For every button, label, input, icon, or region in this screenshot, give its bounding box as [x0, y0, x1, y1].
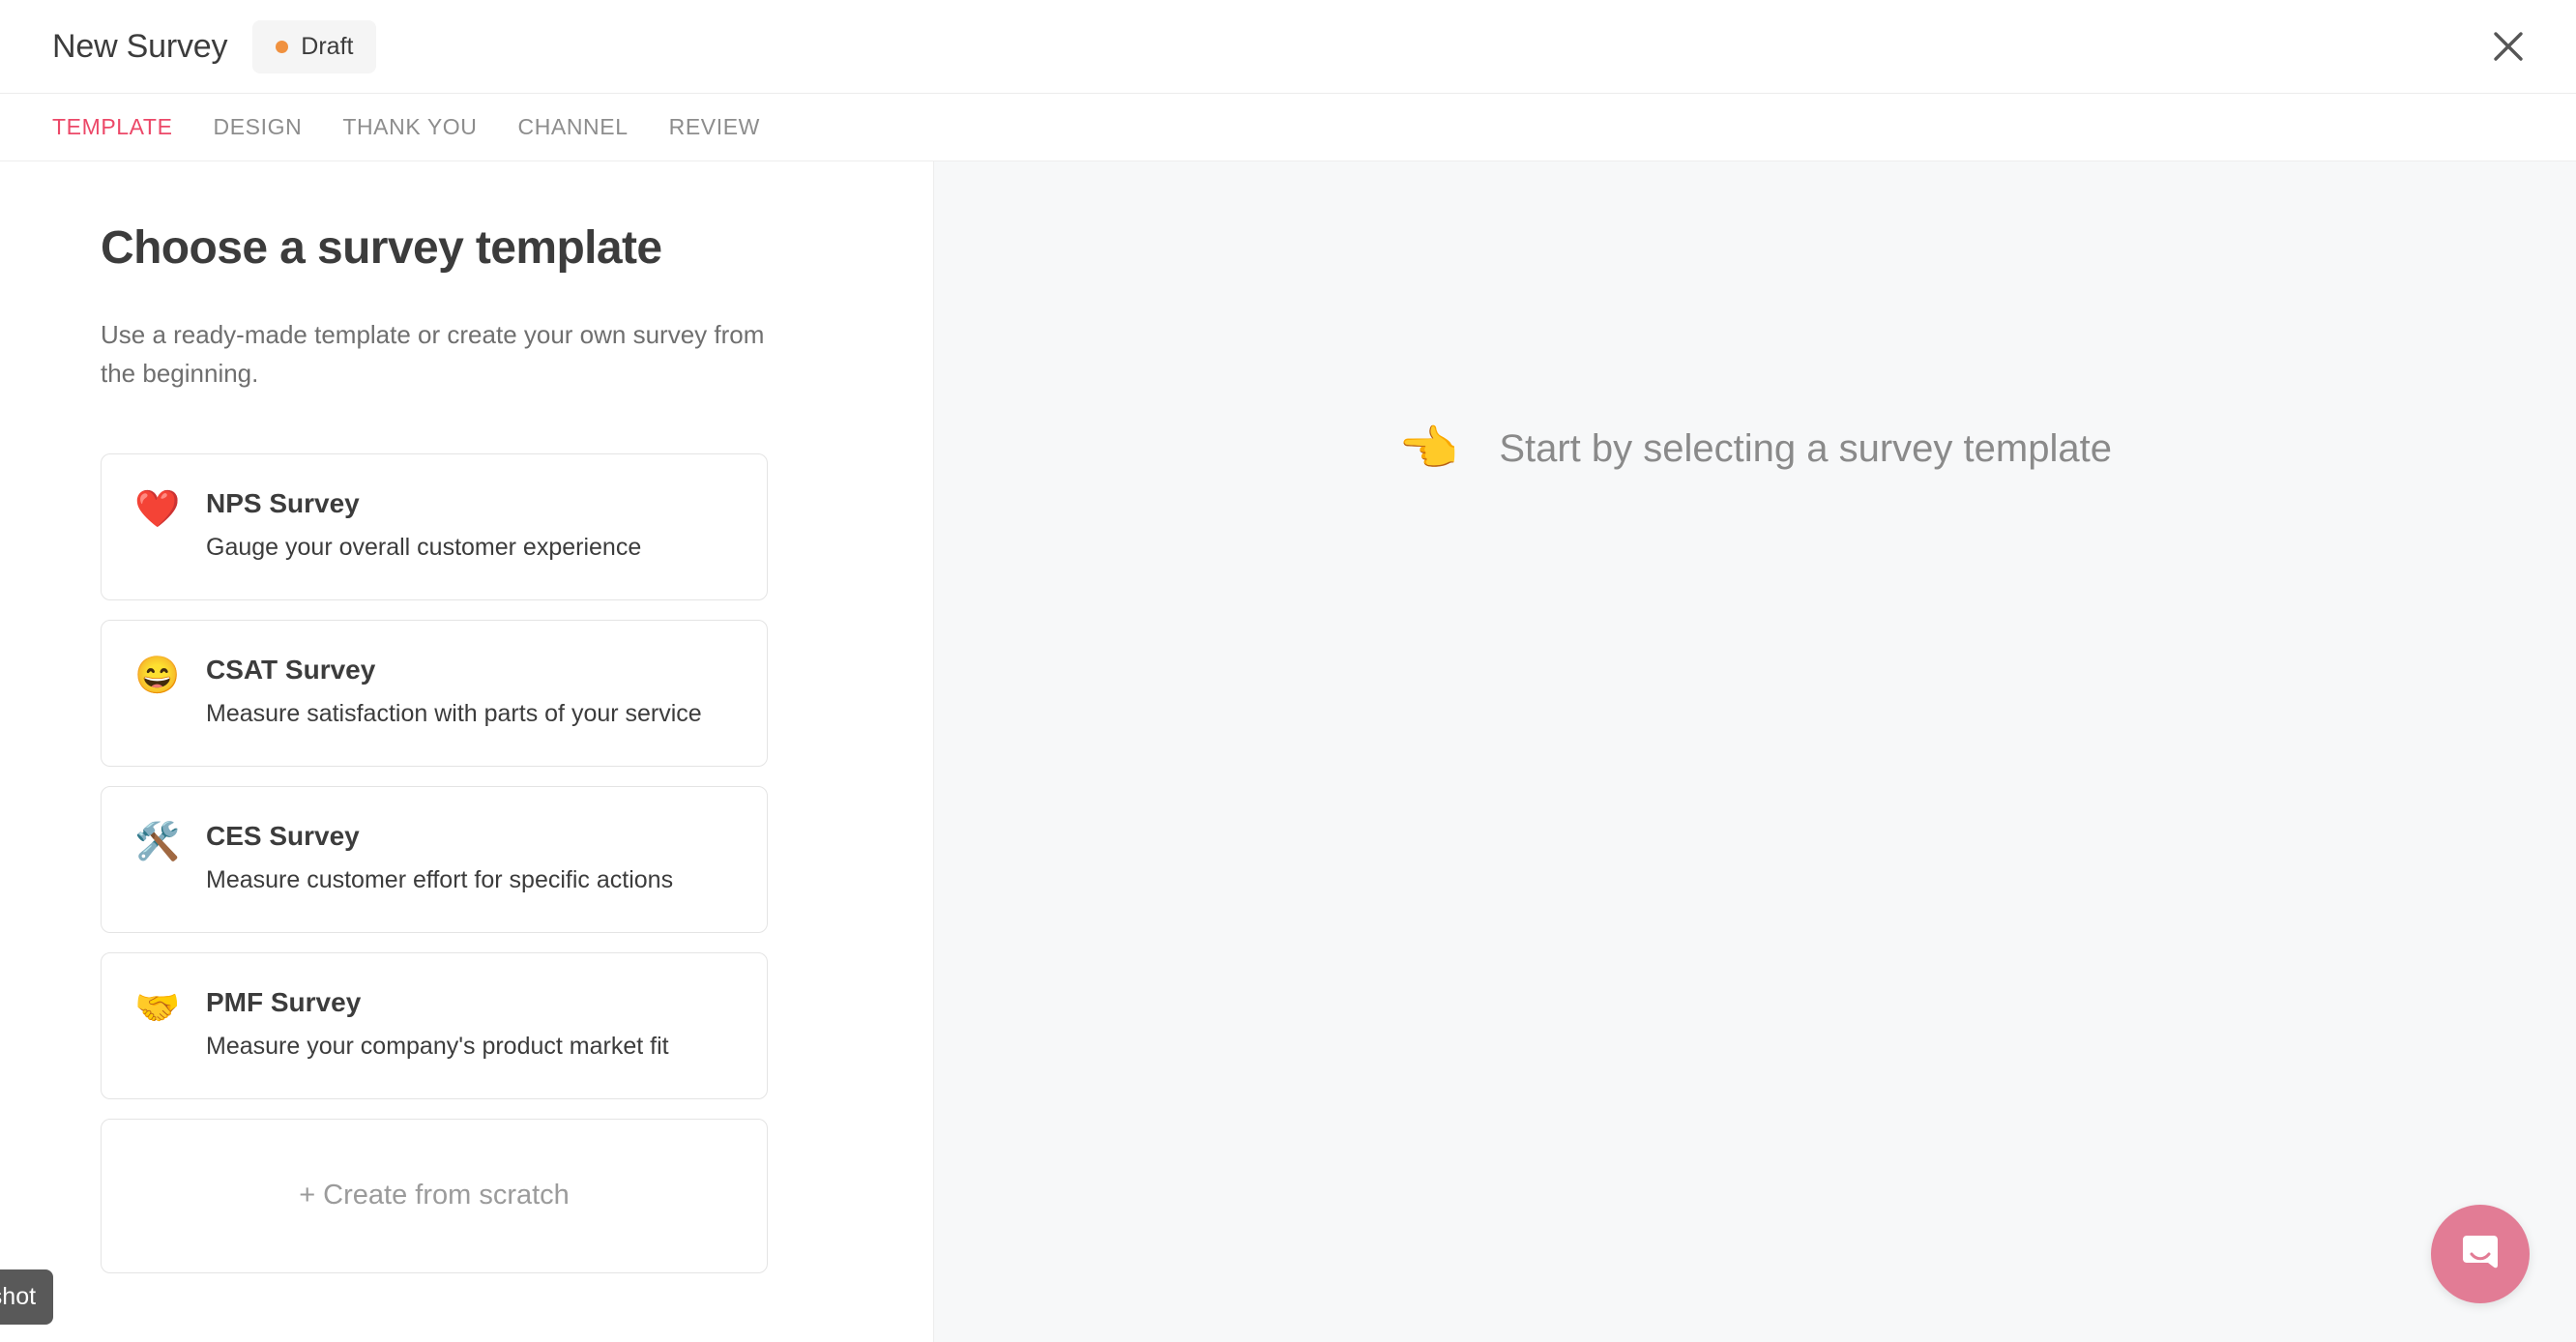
pointing-left-hand-icon: 👈 [1398, 422, 1459, 476]
template-card-description: Gauge your overall customer experience [206, 533, 642, 561]
screenshot-tooltip: enshot [0, 1269, 54, 1325]
template-card-title: PMF Survey [206, 986, 362, 1017]
heart-icon: ❤️ [134, 488, 181, 530]
preview-empty-state: 👈 Start by selecting a survey template [934, 424, 2576, 473]
tab-design[interactable]: DESIGN [214, 116, 303, 138]
hammer-and-wrench-icon: 🛠️ [134, 821, 181, 862]
create-from-scratch-label: + Create from scratch [299, 1180, 570, 1211]
tab-channel[interactable]: CHANNEL [517, 116, 628, 138]
template-card-title: CSAT Survey [206, 654, 376, 685]
grinning-face-icon: 😄 [134, 655, 181, 696]
template-card-title: NPS Survey [206, 487, 360, 518]
intercom-launcher-button[interactable] [2431, 1205, 2530, 1303]
template-card-description: Measure your company's product market fi… [206, 1032, 669, 1060]
handshake-icon: 🤝 [134, 987, 181, 1029]
new-survey-modal: New Survey Draft TEMPLATE DESIGN THANK Y… [0, 0, 2576, 1342]
template-card-body: CES Survey Measure customer effort for s… [206, 820, 674, 894]
pane-subtitle: Use a ready-made template or create your… [101, 320, 765, 389]
preview-empty-text: Start by selecting a survey template [1499, 427, 2112, 470]
template-list: ❤️ NPS Survey Gauge your overall custome… [101, 452, 768, 1273]
template-card-body: NPS Survey Gauge your overall customer e… [206, 487, 642, 562]
tab-template[interactable]: TEMPLATE [52, 116, 173, 138]
pane-title: Choose a survey template [101, 222, 662, 274]
tab-thank-you[interactable]: THANK YOU [342, 116, 477, 138]
template-card-pmf[interactable]: 🤝 PMF Survey Measure your company's prod… [101, 951, 768, 1099]
template-card-description: Measure customer effort for specific act… [206, 865, 674, 893]
close-button[interactable] [2477, 15, 2539, 77]
close-icon [2490, 28, 2527, 65]
modal-body: Choose a survey template Use a ready-mad… [0, 161, 2576, 1342]
status-dot-icon [276, 40, 289, 53]
status-badge: Draft [252, 19, 377, 73]
template-picker-pane: Choose a survey template Use a ready-mad… [0, 161, 933, 1342]
modal-header: New Survey Draft [0, 0, 2576, 94]
template-card-body: CSAT Survey Measure satisfaction with pa… [206, 654, 702, 728]
preview-pane: 👈 Start by selecting a survey template [933, 161, 2576, 1342]
template-card-description: Measure satisfaction with parts of your … [206, 699, 702, 727]
create-from-scratch-button[interactable]: + Create from scratch [101, 1118, 768, 1273]
template-card-nps[interactable]: ❤️ NPS Survey Gauge your overall custome… [101, 452, 768, 600]
template-card-body: PMF Survey Measure your company's produc… [206, 986, 669, 1061]
status-badge-label: Draft [301, 32, 354, 60]
template-card-ces[interactable]: 🛠️ CES Survey Measure customer effort fo… [101, 785, 768, 933]
template-card-csat[interactable]: 😄 CSAT Survey Measure satisfaction with … [101, 619, 768, 767]
page-title: New Survey [52, 28, 228, 65]
tab-review[interactable]: REVIEW [669, 116, 760, 138]
chat-bubble-smile-icon [2455, 1228, 2505, 1281]
template-card-title: CES Survey [206, 820, 360, 851]
wizard-tabs: TEMPLATE DESIGN THANK YOU CHANNEL REVIEW [0, 94, 2576, 161]
